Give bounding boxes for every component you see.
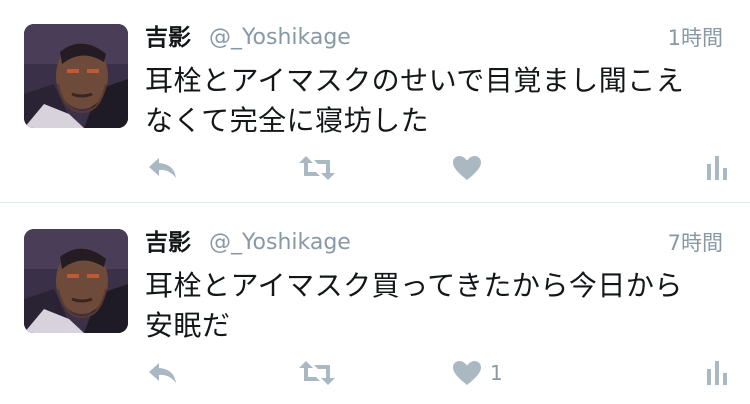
timestamp[interactable]: 7時間 xyxy=(668,226,723,260)
heart-icon xyxy=(453,156,481,180)
analytics-button[interactable] xyxy=(706,148,728,188)
like-count: 1 xyxy=(490,361,503,385)
avatar[interactable] xyxy=(24,24,128,128)
tweet-actions xyxy=(0,148,750,188)
heart-icon xyxy=(453,361,481,385)
avatar[interactable] xyxy=(24,229,128,333)
user-name[interactable]: 吉影 xyxy=(145,226,191,260)
avatar-image xyxy=(24,24,128,128)
tweet-text-line: 耳栓とアイマスクのせいで目覚まし聞こえ xyxy=(145,64,685,97)
bar-chart-icon xyxy=(707,156,727,180)
retweet-button[interactable] xyxy=(299,148,335,188)
tweet-text: 耳栓とアイマスク買ってきたから今日から 安眠だ xyxy=(145,266,730,346)
bar-chart-icon xyxy=(707,361,727,385)
user-name[interactable]: 吉影 xyxy=(145,21,191,55)
user-handle[interactable]: @_Yoshikage xyxy=(209,21,351,55)
reply-button[interactable] xyxy=(147,353,179,393)
analytics-button[interactable] xyxy=(706,353,728,393)
tweet-divider xyxy=(0,202,750,203)
like-button[interactable] xyxy=(452,148,490,188)
tweet[interactable]: 吉影 @_Yoshikage 1時間 耳栓とアイマスクのせいで目覚まし聞こえ な… xyxy=(0,0,750,200)
tweet[interactable]: 吉影 @_Yoshikage 7時間 耳栓とアイマスク買ってきたから今日から 安… xyxy=(0,205,750,404)
tweet-actions: 1 xyxy=(0,353,750,393)
tweet-text: 耳栓とアイマスクのせいで目覚まし聞こえ なくて完全に寝坊した xyxy=(145,61,730,141)
tweet-text-line: 安眠だ xyxy=(145,309,231,342)
reply-icon xyxy=(149,363,176,383)
retweet-icon xyxy=(299,361,335,385)
reply-icon xyxy=(149,158,176,178)
tweet-text-line: 耳栓とアイマスク買ってきたから今日から xyxy=(145,269,683,302)
like-button[interactable]: 1 xyxy=(452,353,503,393)
reply-button[interactable] xyxy=(147,148,179,188)
timestamp[interactable]: 1時間 xyxy=(668,21,723,55)
retweet-icon xyxy=(299,156,335,180)
tweet-text-line: なくて完全に寝坊した xyxy=(145,104,430,137)
user-handle[interactable]: @_Yoshikage xyxy=(209,226,351,260)
retweet-button[interactable] xyxy=(299,353,335,393)
avatar-image xyxy=(24,229,128,333)
